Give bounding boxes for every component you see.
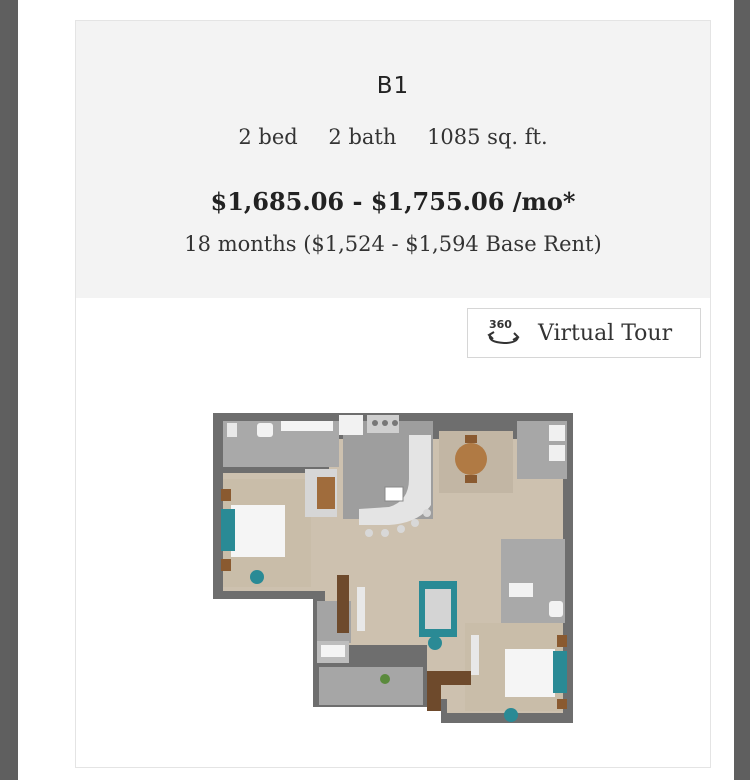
floorplan-card: B1 2 bed 2 bath 1085 sq. ft. $1,685.06 -… (75, 20, 711, 768)
price-range: $1,685.06 - $1,755.06 /mo* (210, 187, 576, 216)
card-header: B1 2 bed 2 bath 1085 sq. ft. $1,685.06 -… (76, 21, 710, 298)
floorplan-image (213, 413, 573, 723)
360-rotate-icon: 360 (484, 318, 524, 348)
virtual-tour-button[interactable]: 360 Virtual Tour (467, 308, 701, 358)
virtual-tour-label: Virtual Tour (538, 320, 673, 346)
lease-terms: 18 months ($1,524 - $1,594 Base Rent) (184, 232, 602, 256)
beds-count: 2 bed (238, 125, 298, 149)
unit-specs: 2 bed 2 bath 1085 sq. ft. (76, 125, 710, 149)
area-size: 1085 sq. ft. (427, 125, 548, 149)
plan-name: B1 (376, 73, 410, 99)
baths-count: 2 bath (328, 125, 397, 149)
page-frame: B1 2 bed 2 bath 1085 sq. ft. $1,685.06 -… (18, 0, 734, 780)
